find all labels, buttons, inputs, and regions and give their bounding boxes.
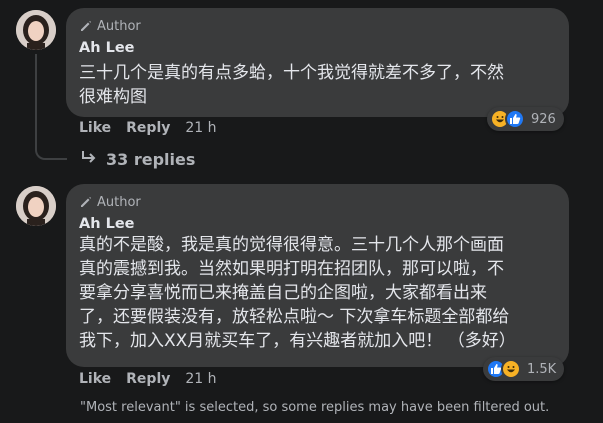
comment-text: 真的不是酸，我是真的觉得很得意。三十几个人那个画面 真的震撼到我。当然如果明打明… <box>79 235 516 351</box>
timestamp[interactable]: 21 h <box>185 120 216 136</box>
filter-notice: "Most relevant" is selected, so some rep… <box>80 400 550 415</box>
reaction-count: 926 <box>531 111 556 127</box>
comment-actions: Like Reply 21 h <box>79 120 217 136</box>
commenter-name[interactable]: Ah Lee <box>79 216 135 232</box>
author-badge: Author <box>79 193 141 211</box>
like-thumb-icon <box>505 109 525 129</box>
author-badge-label: Author <box>97 18 141 34</box>
thread-line <box>35 54 67 160</box>
reaction-count: 1.5K <box>527 361 557 377</box>
like-button[interactable]: Like <box>79 120 111 136</box>
pencil-icon <box>79 19 93 33</box>
author-badge-label: Author <box>97 194 141 210</box>
haha-emoji-icon <box>501 359 521 379</box>
view-replies-link[interactable]: 33 replies <box>80 149 195 169</box>
reaction-summary[interactable]: 1.5K <box>483 357 565 381</box>
reply-arrow-icon <box>80 149 98 169</box>
avatar[interactable] <box>16 10 56 50</box>
reaction-summary[interactable]: 926 <box>487 107 564 131</box>
comment-actions: Like Reply 21 h <box>79 371 217 387</box>
like-button[interactable]: Like <box>79 371 111 387</box>
comment-bubble: Author Ah Lee 真的不是酸，我是真的觉得很得意。三十几个人那个画面 … <box>66 184 569 367</box>
avatar[interactable] <box>16 186 56 226</box>
commenter-name[interactable]: Ah Lee <box>79 40 135 56</box>
author-badge: Author <box>79 17 141 35</box>
comment-text: 三十几个是真的有点多蛤，十个我觉得就差不多了，不然 很难构图 <box>79 63 504 107</box>
replies-count-label: 33 replies <box>106 149 196 169</box>
reply-button[interactable]: Reply <box>126 371 170 387</box>
pencil-icon <box>79 195 93 209</box>
comment-bubble: Author Ah Lee 三十几个是真的有点多蛤，十个我觉得就差不多了，不然 … <box>66 8 569 117</box>
reply-button[interactable]: Reply <box>126 120 170 136</box>
timestamp[interactable]: 21 h <box>185 371 216 387</box>
